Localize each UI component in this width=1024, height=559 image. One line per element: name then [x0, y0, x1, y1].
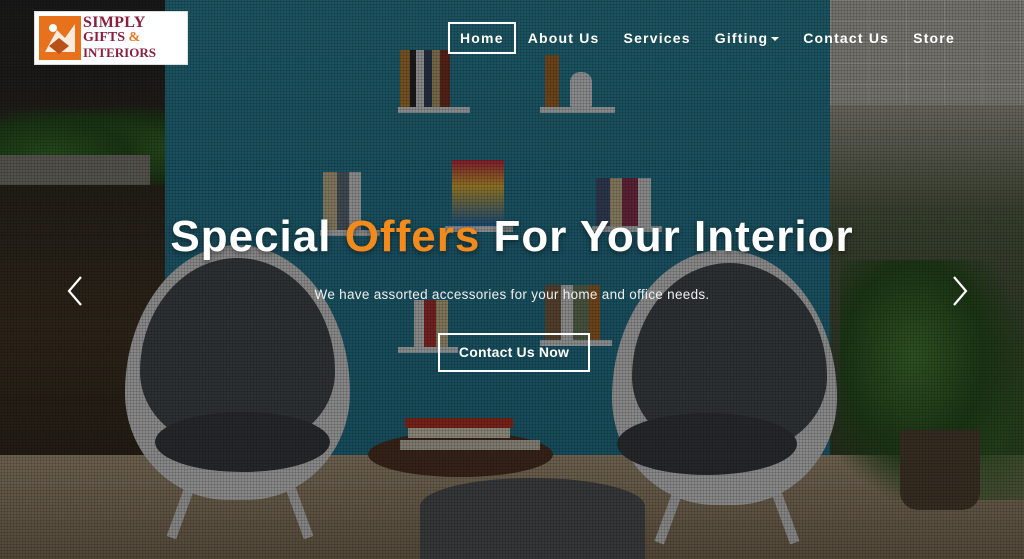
- hero-subheading: We have assorted accessories for your ho…: [314, 287, 710, 302]
- nav-item-contact-us[interactable]: Contact Us: [791, 23, 901, 53]
- gift-logo-icon: [39, 16, 81, 60]
- chevron-right-icon: [953, 276, 968, 306]
- logo-ampersand: &: [128, 30, 141, 45]
- nav-item-home[interactable]: Home: [448, 22, 516, 54]
- nav-item-gifting-label: Gifting: [714, 30, 769, 46]
- caret-down-icon: [771, 37, 780, 42]
- nav-item-store[interactable]: Store: [901, 23, 967, 53]
- contact-us-now-button[interactable]: Contact Us Now: [438, 333, 590, 372]
- logo-wordmark: SIMPLY GIFTS & INTERIORS: [83, 14, 185, 61]
- main-navigation: Home About Us Services Gifting Contact U…: [448, 22, 967, 54]
- carousel-prev-button[interactable]: [63, 272, 87, 310]
- image-darken-overlay: [0, 0, 1024, 559]
- nav-item-gifting[interactable]: Gifting: [703, 23, 792, 53]
- logo-line-gifts: GIFTS: [83, 30, 126, 45]
- logo-line-simply: SIMPLY: [83, 14, 146, 31]
- headline-accent: Offers: [344, 212, 481, 261]
- nav-item-services[interactable]: Services: [612, 23, 703, 53]
- headline-part-1: Special: [170, 212, 345, 261]
- hero-headline: Special Offers For Your Interior: [0, 212, 1024, 262]
- carousel-next-button[interactable]: [948, 272, 972, 310]
- hero-carousel: SIMPLY GIFTS & INTERIORS Home About Us S…: [0, 0, 1024, 559]
- headline-part-2: For Your Interior: [480, 212, 854, 261]
- chevron-left-icon: [67, 276, 82, 306]
- nav-item-about-us[interactable]: About Us: [516, 23, 612, 53]
- site-logo[interactable]: SIMPLY GIFTS & INTERIORS: [34, 11, 188, 65]
- logo-line-interiors: INTERIORS: [83, 45, 156, 60]
